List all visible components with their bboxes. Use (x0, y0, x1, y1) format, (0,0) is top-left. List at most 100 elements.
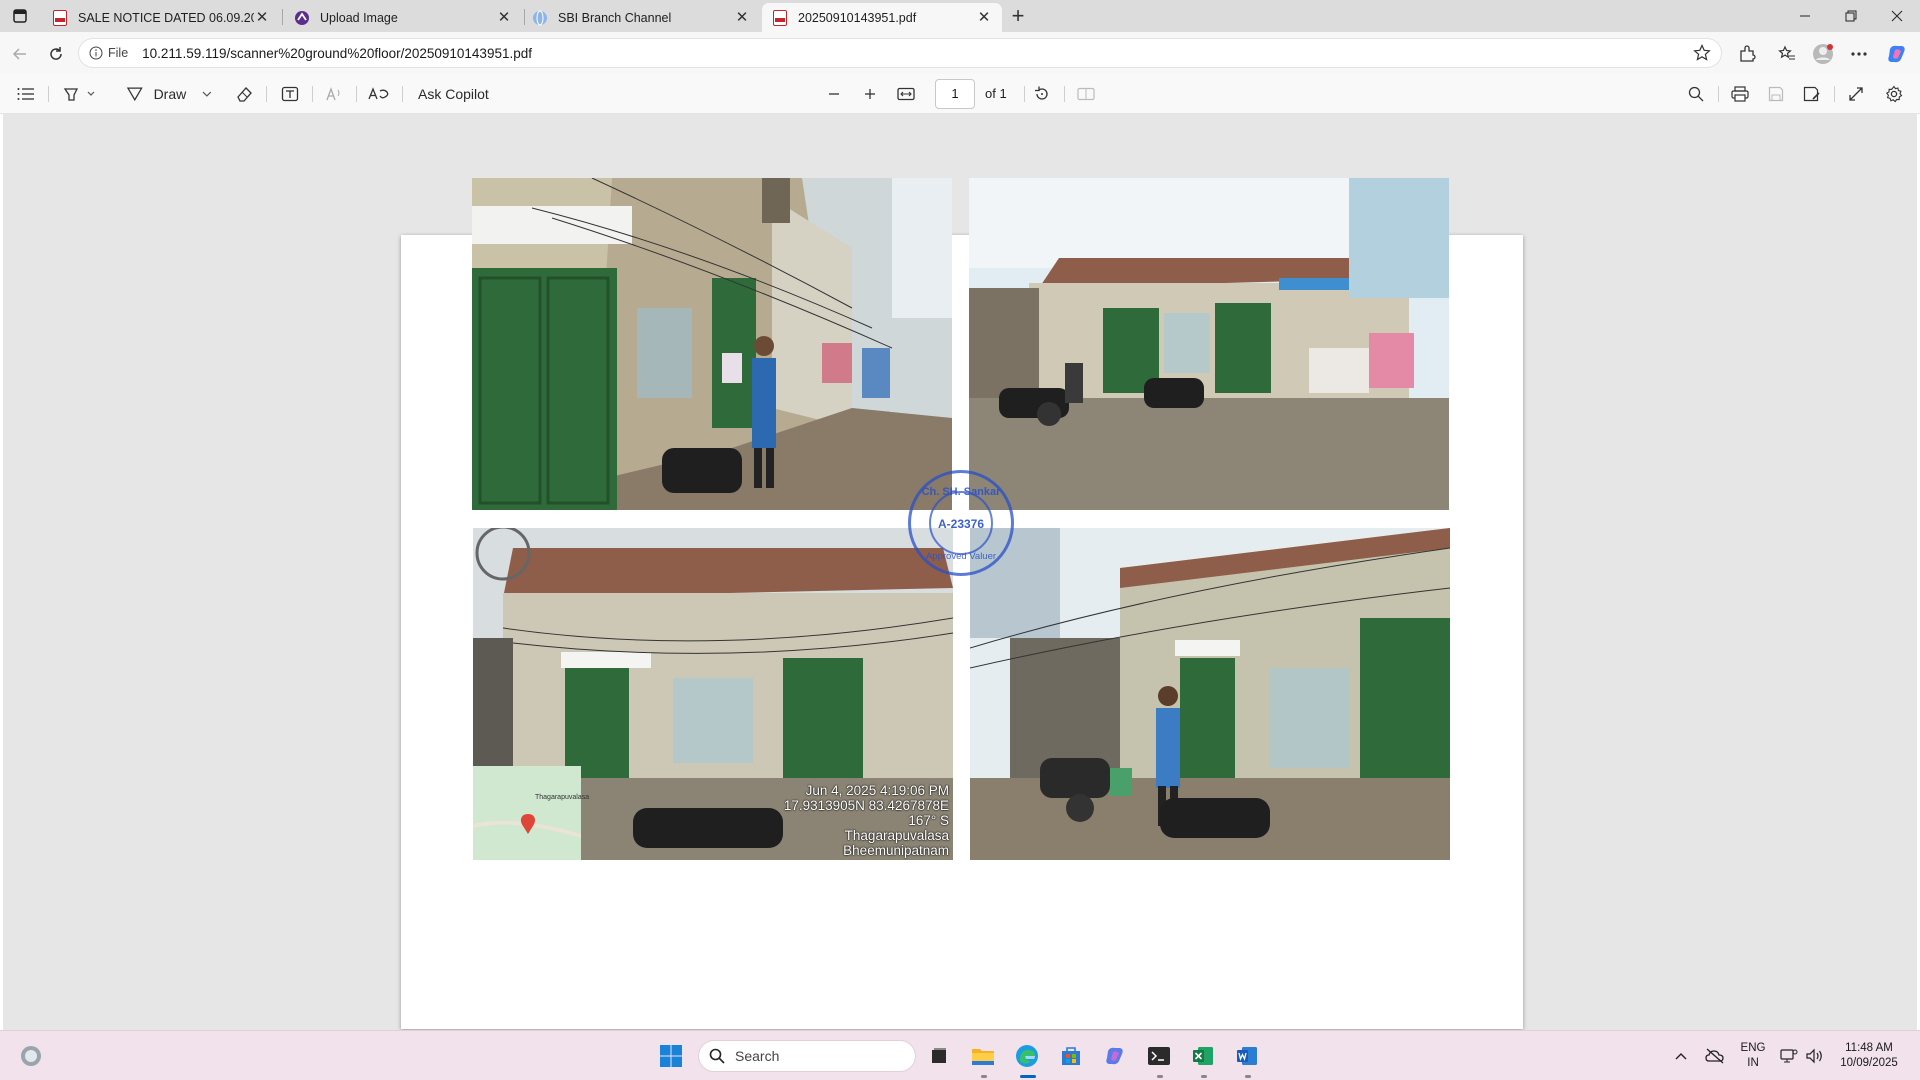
widgets-icon[interactable] (16, 1041, 46, 1071)
search-icon[interactable] (1684, 82, 1708, 106)
highlight-tool-button[interactable] (58, 82, 102, 106)
draw-icon (126, 87, 143, 102)
fit-to-width-icon[interactable] (894, 82, 918, 106)
map-label: Thagarapuvalasa (535, 794, 590, 801)
tab-current-pdf[interactable]: 20250910143951.pdf ✕ (762, 3, 1002, 32)
more-options-icon[interactable] (1846, 41, 1872, 67)
close-tab-icon[interactable]: ✕ (254, 9, 270, 26)
zoom-out-icon[interactable] (822, 82, 846, 106)
url-text[interactable]: 10.211.59.119/scanner%20ground%20floor/2… (142, 46, 532, 61)
geotag-overlay: Jun 4, 2025 4:19:06 PM 17.9313905N 83.42… (784, 783, 949, 858)
page-number-input[interactable]: 1 (935, 79, 975, 109)
page-count-label: of 1 (985, 86, 1007, 101)
start-button[interactable] (656, 1041, 686, 1071)
read-aloud-icon[interactable] (322, 82, 346, 106)
tab-title: SALE NOTICE DATED 06.09.2025.p (78, 10, 254, 25)
ask-copilot-label: Ask Copilot (418, 86, 489, 102)
save-icon[interactable] (1764, 82, 1788, 106)
upload-app-icon (294, 10, 310, 26)
extensions-icon[interactable] (1734, 41, 1760, 67)
clock-date: 10/09/2025 (1840, 1057, 1898, 1069)
zoom-in-icon[interactable] (858, 82, 882, 106)
copilot-icon[interactable] (1884, 41, 1910, 67)
clock[interactable]: 11:48 AM 10/09/2025 (1832, 1041, 1906, 1071)
tab-sale-notice[interactable]: SALE NOTICE DATED 06.09.2025.p ✕ (42, 3, 280, 32)
full-screen-icon[interactable] (1844, 82, 1868, 106)
tab-upload-image[interactable]: Upload Image ✕ (284, 3, 522, 32)
toolbar-separator (312, 86, 313, 102)
search-placeholder: Search (735, 1048, 780, 1064)
draw-tool-button[interactable]: Draw (126, 82, 212, 106)
restore-button[interactable] (1828, 0, 1874, 32)
geotag-mandal: Bheemunipatnam (843, 843, 949, 858)
toolbar-separator (266, 86, 267, 102)
property-photo-3: Thagarapuvalasa Jun 4, 2025 4:19:06 PM 1… (473, 528, 953, 860)
globe-icon (532, 10, 548, 26)
add-text-icon[interactable] (278, 82, 302, 106)
clock-time: 11:48 AM (1845, 1042, 1893, 1054)
onedrive-offline-icon[interactable] (1700, 1041, 1730, 1071)
ask-copilot-button[interactable]: Ask Copilot (418, 82, 498, 106)
excel-icon[interactable] (1188, 1041, 1218, 1071)
translate-icon[interactable] (366, 82, 392, 106)
scheme-label: File (108, 46, 129, 60)
running-indicator-active (1020, 1075, 1036, 1078)
microsoft-store-icon[interactable] (1056, 1041, 1086, 1071)
save-as-icon[interactable] (1800, 82, 1824, 106)
print-icon[interactable] (1728, 82, 1752, 106)
stamp-role: Approved Valuer (926, 551, 996, 562)
profile-avatar[interactable] (1810, 41, 1836, 67)
back-button[interactable] (6, 40, 34, 68)
rotate-icon[interactable] (1030, 82, 1054, 106)
toolbar-separator (356, 86, 357, 102)
close-tab-icon[interactable]: ✕ (976, 9, 992, 26)
url-box[interactable]: File 10.211.59.119/scanner%20ground%20fl… (78, 38, 1722, 68)
taskbar-search-box[interactable]: Search (698, 1040, 916, 1072)
geotag-heading: 167° S (908, 813, 949, 828)
toolbar-separator (1064, 86, 1065, 102)
pdf-icon (52, 9, 68, 26)
toolbar-separator (1024, 86, 1025, 102)
eraser-icon[interactable] (232, 82, 256, 106)
valuer-stamp: Ch. SH. Sankar A-23376 Approved Valuer (908, 470, 1014, 576)
file-explorer-icon[interactable] (968, 1041, 998, 1071)
chevron-down-icon (202, 91, 212, 97)
new-tab-button[interactable]: + (1006, 5, 1030, 29)
address-bar-row: File 10.211.59.119/scanner%20ground%20fl… (0, 32, 1920, 74)
draw-label: Draw (153, 86, 187, 102)
task-view-icon[interactable] (924, 1041, 954, 1071)
tab-sbi-branch[interactable]: SBI Branch Channel ✕ (522, 3, 760, 32)
input-language-indicator[interactable]: ENG IN (1738, 1041, 1768, 1071)
running-indicator (1201, 1075, 1207, 1078)
tab-actions-menu-icon[interactable] (10, 6, 30, 26)
toolbar-separator (48, 86, 49, 102)
site-info-button[interactable]: File (89, 46, 128, 60)
tab-strip: SALE NOTICE DATED 06.09.2025.p ✕ Upload … (0, 0, 1920, 32)
language-region: IN (1747, 1057, 1759, 1069)
favorite-star-icon[interactable] (1693, 44, 1713, 64)
page-view-icon[interactable] (1074, 82, 1098, 106)
pdf-settings-icon[interactable] (1882, 82, 1906, 106)
running-indicator (1245, 1075, 1251, 1078)
copilot-app-icon[interactable] (1100, 1041, 1130, 1071)
show-hidden-icons-chevron-up-icon[interactable] (1666, 1041, 1696, 1071)
contents-list-icon[interactable] (14, 82, 38, 106)
property-photo-2 (969, 178, 1449, 510)
close-window-button[interactable] (1874, 0, 1920, 32)
stamp-registration: A-23376 (938, 517, 984, 531)
geotag-datetime: Jun 4, 2025 4:19:06 PM (805, 783, 949, 798)
tab-title: SBI Branch Channel (558, 10, 672, 25)
minimize-button[interactable] (1782, 0, 1828, 32)
favorites-icon[interactable] (1774, 41, 1800, 67)
close-tab-icon[interactable]: ✕ (496, 9, 512, 26)
refresh-button[interactable] (42, 40, 70, 68)
close-tab-icon[interactable]: ✕ (734, 9, 750, 26)
edge-browser-icon[interactable] (1012, 1041, 1042, 1071)
windows-taskbar: Search ENG IN 11:48 AM 10/09/2025 (0, 1030, 1920, 1080)
property-photo-4 (970, 528, 1450, 860)
word-icon[interactable] (1232, 1041, 1262, 1071)
windows-logo-icon (660, 1045, 682, 1067)
terminal-icon[interactable] (1144, 1041, 1174, 1071)
volume-icon[interactable] (1800, 1041, 1830, 1071)
info-icon (89, 46, 103, 60)
